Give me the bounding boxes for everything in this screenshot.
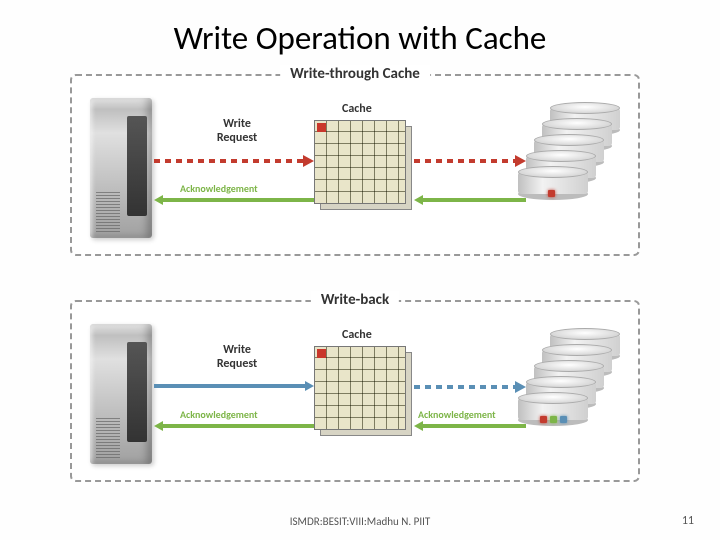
write-request-label: Write Request [202,118,272,146]
server-tower-icon [90,98,152,238]
slide-title: Write Operation with Cache [0,0,720,58]
ack-arrow-from-cache [154,196,314,204]
writeback-arrow-to-disk [414,382,526,392]
ack-label-right: Acknowledgement [418,408,496,421]
disk-array-icon [516,98,626,236]
ack-label-left: Acknowledgement [180,408,258,421]
ack-arrow-from-disk [414,196,526,204]
cache-cell-written [317,349,326,358]
cache-label: Cache [342,102,372,116]
disk-led-icon [540,416,547,423]
page-number: 11 [682,514,694,528]
server-tower-icon [90,324,152,464]
ack-label: Acknowledgement [180,182,258,195]
disk-led-icon [550,416,557,423]
request-arrow-to-cache [154,156,314,166]
write-request-label: Write Request [202,344,272,372]
request-arrow-to-disk [414,156,526,166]
cache-label: Cache [342,328,372,342]
ack-arrow-from-disk [414,422,526,430]
disk-led-icon [548,190,555,197]
panel-write-back: Write-back Cache Write Request Acknowled… [70,300,640,482]
panel-a-title: Write-through Cache [280,65,430,83]
request-arrow-to-cache [154,382,314,391]
cache-cell-written [317,123,326,132]
disk-led-icon [560,416,567,423]
ack-arrow-from-cache [154,422,314,430]
disk-array-icon [516,324,626,462]
panel-b-title: Write-back [311,291,399,309]
footer-text: ISMDR:BESIT:VIII:Madhu N. PIIT [0,515,720,528]
panel-write-through: Write-through Cache Cache Write Request … [70,74,640,256]
